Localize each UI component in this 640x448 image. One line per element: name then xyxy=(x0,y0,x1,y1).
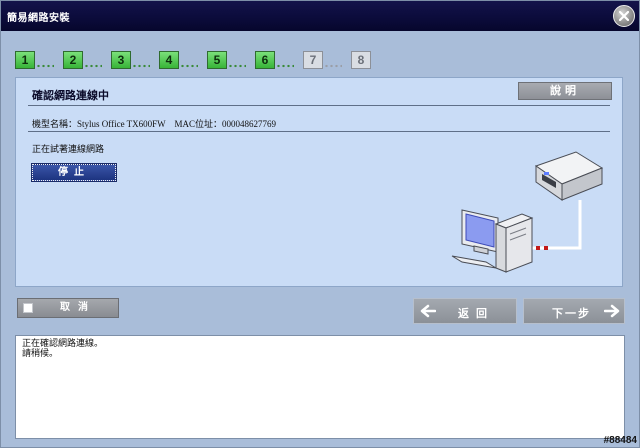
step-connector xyxy=(228,64,246,68)
step-3: 3 xyxy=(111,51,131,69)
connection-panel: 確認網路連線中 說明 機型名稱：Stylus Office TX600FW MA… xyxy=(15,77,623,287)
printer-info: 機型名稱：Stylus Office TX600FW MAC位址：0000486… xyxy=(32,119,277,129)
arrow-right-icon xyxy=(604,304,620,318)
status-text: 正在試著連線網路 xyxy=(32,145,105,155)
step-connector xyxy=(36,64,54,68)
help-button[interactable]: 說明 xyxy=(518,82,612,100)
close-button[interactable] xyxy=(613,5,635,27)
stop-button[interactable]: 停止 xyxy=(31,163,117,182)
step-1: 1 xyxy=(15,51,35,69)
step-7: 7 xyxy=(303,51,323,69)
message-line: 正在確認網路連線。 xyxy=(22,339,104,349)
page-title: 確認網路連線中 xyxy=(32,89,109,102)
back-button[interactable]: 返回 xyxy=(413,298,517,324)
step-connector xyxy=(324,64,342,68)
message-box: 正在確認網路連線。 請稍候。 xyxy=(15,335,625,439)
close-icon xyxy=(619,11,629,21)
computer-icon xyxy=(451,209,534,273)
message-line: 請稍候。 xyxy=(22,349,59,359)
next-label: 下一步 xyxy=(552,307,591,320)
divider xyxy=(28,131,610,132)
setup-window: 簡易網路安裝 1 2 3 4 5 6 7 8 確認網路連線中 說明 機型名稱：S… xyxy=(0,0,640,448)
step-connector xyxy=(180,64,198,68)
divider xyxy=(28,105,610,106)
cancel-button[interactable]: 取消 xyxy=(17,298,119,318)
back-label: 返回 xyxy=(458,307,494,320)
cancel-label: 取消 xyxy=(60,302,96,313)
build-id: #88484 xyxy=(603,435,637,446)
network-illustration xyxy=(451,151,604,273)
next-button[interactable]: 下一步 xyxy=(523,298,625,324)
step-connector xyxy=(132,64,150,68)
step-6: 6 xyxy=(255,51,275,69)
arrow-left-icon xyxy=(420,304,436,318)
step-2: 2 xyxy=(63,51,83,69)
title-bar: 簡易網路安裝 xyxy=(1,1,639,31)
step-4: 4 xyxy=(159,51,179,69)
printer-icon xyxy=(534,151,604,201)
window-title: 簡易網路安裝 xyxy=(7,13,70,24)
step-8: 8 xyxy=(351,51,371,69)
step-5: 5 xyxy=(207,51,227,69)
step-connector xyxy=(84,64,102,68)
checkbox-icon xyxy=(23,303,33,313)
step-connector xyxy=(276,64,294,68)
